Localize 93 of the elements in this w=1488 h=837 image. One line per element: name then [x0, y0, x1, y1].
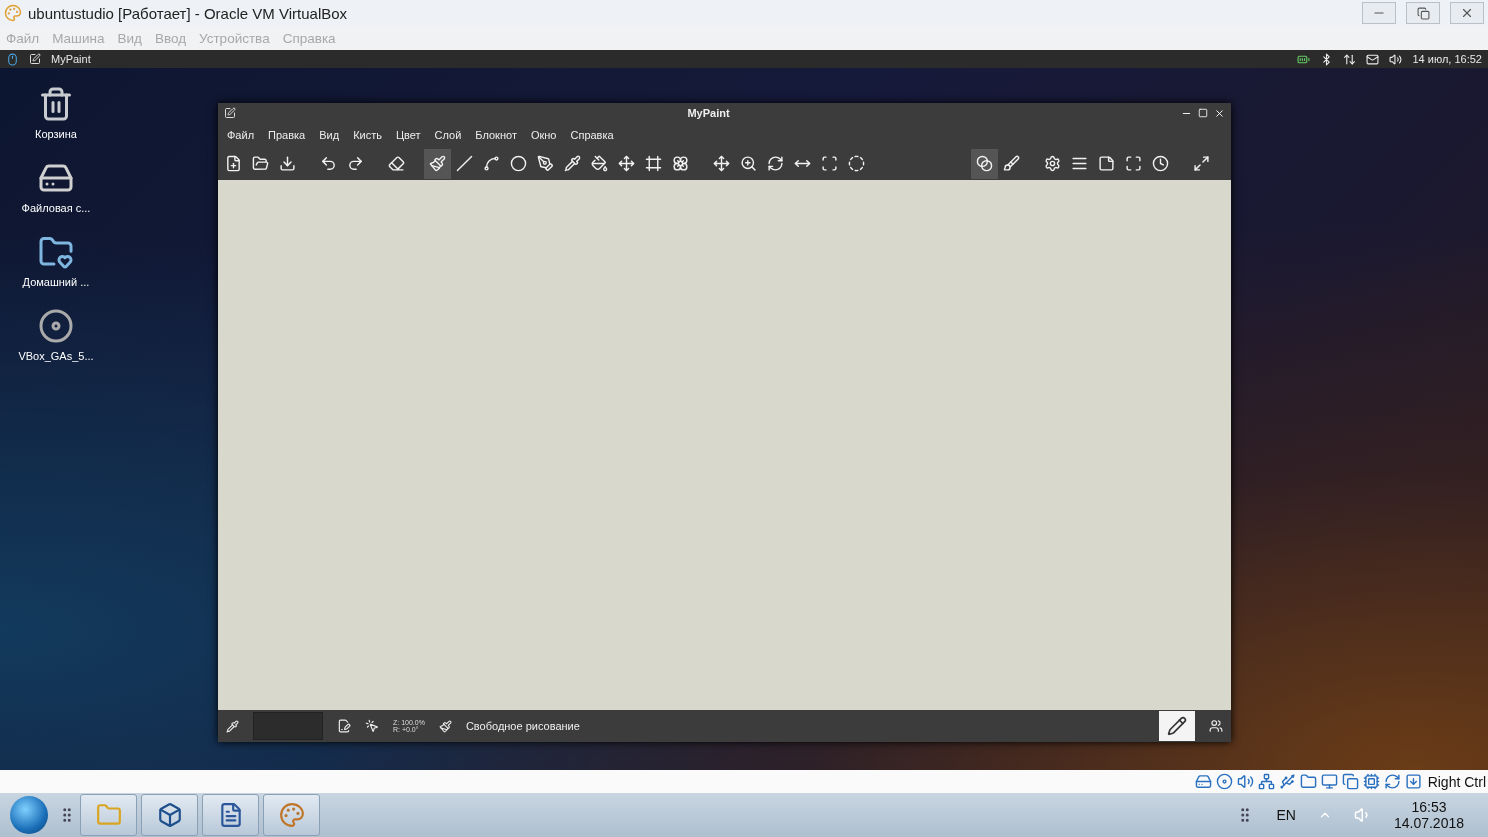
desktop-icon-label[interactable]: Файловая с...	[21, 202, 91, 214]
notepad-icon	[1098, 155, 1115, 172]
redo-icon	[347, 155, 364, 172]
maximize-icon[interactable]	[1198, 108, 1208, 118]
undo-icon	[320, 155, 337, 172]
paint-bucket-icon	[591, 155, 608, 172]
folder-icon	[95, 802, 122, 828]
expand-icon	[1193, 155, 1210, 172]
menu-item[interactable]: Цвет	[388, 129, 428, 141]
start-button[interactable]	[10, 796, 48, 834]
language-indicator[interactable]: EN	[1276, 807, 1296, 823]
clock-icon	[1152, 155, 1169, 172]
desktop-icon-label[interactable]: Корзина	[35, 128, 77, 140]
speaker-icon[interactable]	[1236, 773, 1254, 790]
clock: 14 июл, 16:52	[1412, 53, 1482, 65]
pipette-icon[interactable]	[226, 719, 239, 733]
disc-icon[interactable]	[1215, 773, 1233, 790]
pen-nib-icon	[537, 155, 554, 172]
mouse-icon[interactable]	[6, 52, 19, 66]
fullscreen-icon	[1125, 155, 1142, 172]
edit-icon[interactable]	[337, 719, 351, 733]
frame-icon	[645, 155, 662, 172]
pen-square-icon	[29, 53, 41, 65]
monitor-icon[interactable]	[1320, 773, 1338, 790]
trash-icon[interactable]	[38, 86, 74, 122]
window-title: MyPaint	[686, 107, 731, 119]
zoom-icon	[740, 155, 757, 172]
curve-icon	[483, 155, 500, 172]
stacked-lines-icon	[1071, 155, 1088, 172]
folder-open-icon	[252, 155, 269, 172]
usb-icon[interactable]	[1278, 773, 1296, 790]
menu-item[interactable]: Справка	[563, 129, 621, 141]
taskbar-item[interactable]: MyPaint	[51, 53, 91, 65]
circle-icon	[510, 155, 527, 172]
taskbar-button[interactable]	[263, 794, 320, 836]
paintbrush-tool[interactable]	[424, 148, 451, 179]
pipette-icon	[564, 155, 581, 172]
palette-icon	[278, 802, 305, 828]
chip-icon[interactable]	[1362, 773, 1380, 790]
restore-icon	[1416, 6, 1430, 20]
app-icon	[4, 4, 22, 22]
menu-item[interactable]: Вид	[312, 129, 347, 141]
cube-icon	[156, 802, 183, 828]
scan-frame-icon	[821, 155, 838, 172]
desktop-icon-label[interactable]: VBox_GAs_5...	[18, 350, 94, 362]
people-icon[interactable]	[1209, 719, 1223, 733]
move-arrows-icon	[618, 155, 635, 172]
download-icon	[279, 155, 296, 172]
window-title: ubuntustudio [Работает] - Oracle VM VirtualBox	[28, 4, 349, 22]
menu-item[interactable]: Кисть	[346, 129, 389, 141]
close-icon	[1460, 6, 1474, 20]
volume-icon[interactable]	[1389, 52, 1403, 66]
menu-item[interactable]: Правка	[261, 129, 313, 141]
overlapping-circles-icon	[976, 155, 993, 172]
line-icon	[456, 155, 473, 172]
settings-icon	[1044, 155, 1061, 172]
disc-icon[interactable]	[38, 308, 74, 344]
menu-item[interactable]: Слой	[427, 129, 469, 141]
flower-icon	[672, 155, 689, 172]
network-icon[interactable]	[1257, 773, 1275, 790]
dashed-circle-icon	[848, 155, 865, 172]
rotate-icon	[767, 155, 784, 172]
close-button[interactable]	[1450, 2, 1484, 24]
desktop-icon-label[interactable]: Домашний ...	[22, 276, 90, 288]
pan-icon	[713, 155, 730, 172]
brush-icon	[438, 719, 452, 733]
pointer-icon[interactable]	[365, 719, 379, 733]
menu-item[interactable]: Окно	[523, 129, 564, 141]
folder-icon[interactable]	[1299, 773, 1317, 790]
color-swatch[interactable]	[253, 712, 323, 740]
brush-preview[interactable]	[1159, 711, 1195, 741]
network-arrows-icon[interactable]	[1343, 52, 1357, 66]
clock-date[interactable]: 14.07.2018	[1393, 815, 1464, 831]
taskbar-button[interactable]	[141, 794, 198, 836]
hard-drive-icon[interactable]	[1194, 773, 1212, 790]
arrow-down-icon[interactable]	[1404, 773, 1422, 790]
menu-item[interactable]: Блокнот	[468, 129, 524, 141]
brushes-icon	[1003, 155, 1020, 172]
mail-icon[interactable]	[1366, 52, 1380, 66]
host-key: Right Ctrl	[1427, 773, 1486, 790]
menu-item[interactable]: Файл	[220, 129, 262, 141]
clock-time[interactable]: 16:53	[1411, 799, 1447, 815]
taskbar-button[interactable]	[202, 794, 259, 836]
eraser-icon	[388, 155, 405, 172]
overlapping-circles-tool[interactable]	[971, 148, 998, 179]
home-folder-icon[interactable]	[38, 234, 74, 270]
close-icon[interactable]	[1214, 107, 1225, 119]
pencil-icon	[1167, 716, 1187, 736]
app-icon	[224, 107, 236, 119]
paintbrush-icon	[429, 155, 446, 172]
restore-button[interactable]	[1406, 2, 1440, 24]
brush-mode: Свободное рисование	[465, 720, 581, 732]
file-plus-icon	[225, 155, 242, 172]
